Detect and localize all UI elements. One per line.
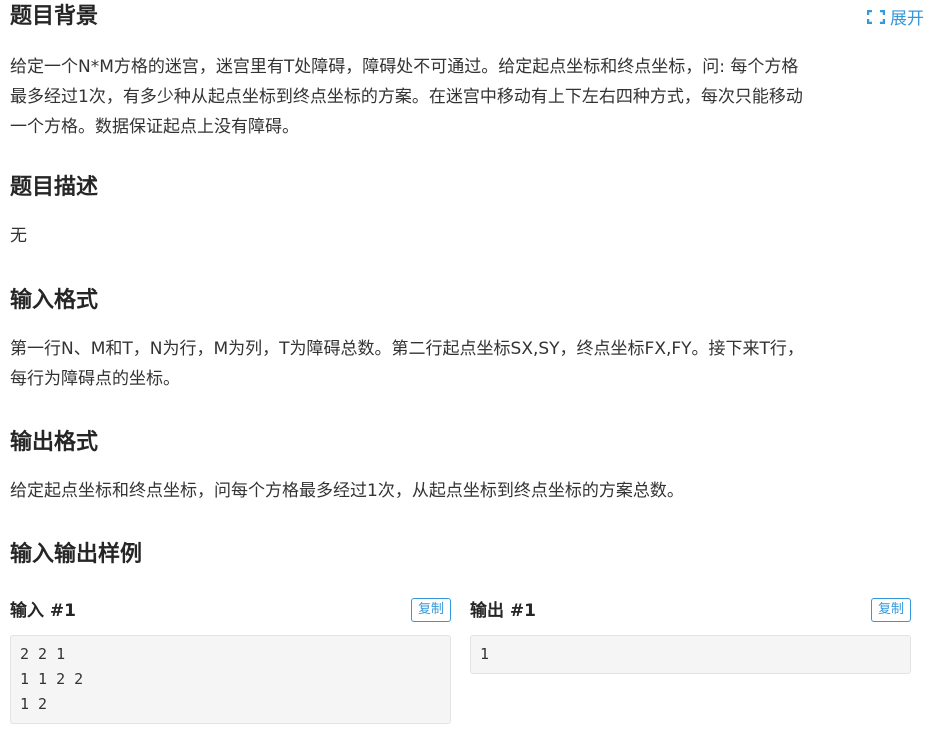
sample-output-label: 输出 #1	[470, 601, 536, 621]
output-format-title: 输出格式	[10, 430, 99, 455]
input-format-section: 输入格式 第一行N、M和T，N为行，M为列，T为障碍总数。第二行起点坐标SX,S…	[10, 286, 912, 394]
background-line-1: 给定一个N*M方格的迷宫，迷宫里有T处障碍，障碍处不可通过。给定起点坐标和终点坐…	[10, 57, 799, 77]
description-text: 无	[10, 226, 27, 246]
sample-output-content[interactable]: 1	[470, 635, 911, 674]
background-line-2: 最多经过1次，有多少种从起点坐标到终点坐标的方案。在迷宫中移动有上下左右四种方式…	[10, 87, 803, 107]
sample-input-content[interactable]: 2 2 1 1 1 2 2 1 2	[10, 635, 451, 724]
background-line-3: 一个方格。数据保证起点上没有障碍。	[10, 117, 299, 137]
copy-input-button[interactable]: 复制	[410, 598, 451, 622]
sample-output-header: 输出 #1 复制	[470, 596, 911, 626]
background-title: 题目背景	[10, 4, 99, 29]
sample-input: 输入 #1 复制 2 2 1 1 1 2 2 1 2	[10, 596, 451, 724]
sample-input-header: 输入 #1 复制	[10, 596, 451, 626]
description-title: 题目描述	[10, 175, 99, 200]
sample-input-label: 输入 #1	[10, 601, 76, 621]
sample-output: 输出 #1 复制 1	[470, 596, 911, 674]
output-format-text: 给定起点坐标和终点坐标，问每个方格最多经过1次，从起点坐标到终点坐标的方案总数。	[10, 481, 684, 501]
input-format-title: 输入格式	[10, 288, 99, 313]
input-format-line-2: 每行为障碍点的坐标。	[10, 369, 180, 389]
samples-title: 输入输出样例	[10, 542, 143, 567]
output-format-section: 输出格式 给定起点坐标和终点坐标，问每个方格最多经过1次，从起点坐标到终点坐标的…	[10, 428, 912, 506]
description-section: 题目描述 无	[10, 173, 912, 251]
background-section: 题目背景 给定一个N*M方格的迷宫，迷宫里有T处障碍，障碍处不可通过。给定起点坐…	[10, 2, 912, 142]
copy-output-button[interactable]: 复制	[870, 598, 911, 622]
samples-section: 输入输出样例	[10, 540, 912, 570]
input-format-line-1: 第一行N、M和T，N为行，M为列，T为障碍总数。第二行起点坐标SX,SY，终点坐…	[10, 339, 804, 359]
